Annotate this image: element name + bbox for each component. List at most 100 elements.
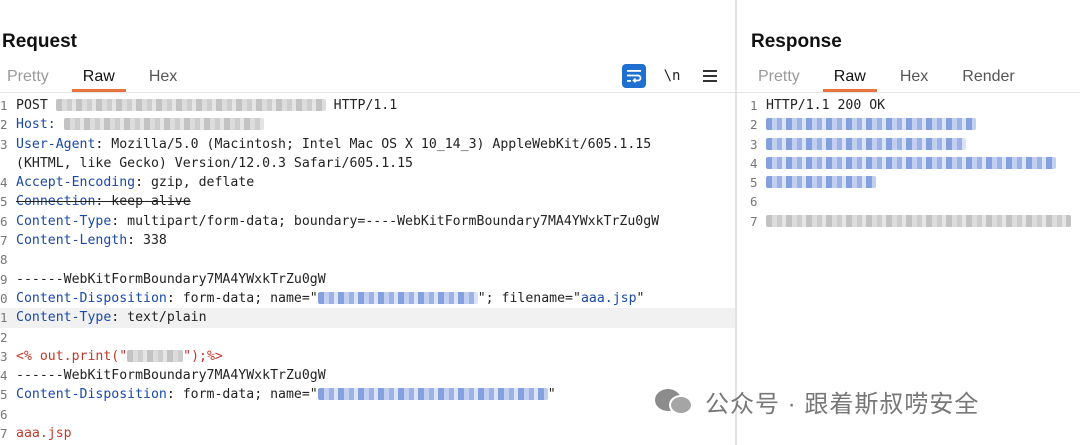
- redacted-path: [55, 99, 326, 111]
- boundary-line: ------WebKitFormBoundary7MA4YWxkTrZu0gW: [16, 271, 326, 287]
- line-number: 4: [0, 175, 8, 191]
- status-line: HTTP/1.1 200 OK: [766, 98, 886, 113]
- line-number: 7: [0, 426, 8, 442]
- file-content: aaa.jsp: [16, 426, 72, 442]
- tab-raw[interactable]: Raw: [817, 66, 883, 92]
- header-value: : multipart/form-data; boundary=----WebK…: [111, 213, 660, 229]
- redacted-field-name: [317, 388, 548, 401]
- code-line: 3 User-Agent: Mozilla/5.0 (Macintosh; In…: [0, 135, 735, 174]
- redacted-header: [766, 118, 976, 131]
- code-line: 2: [737, 115, 1080, 134]
- code-line: 2: [0, 328, 735, 347]
- line-number: 0: [0, 290, 8, 306]
- response-tabs: Pretty Raw Hex Render: [741, 66, 1032, 92]
- code-line: 2 Host:: [0, 115, 735, 134]
- newline-toggle-button[interactable]: \n: [660, 64, 684, 88]
- jsp-code: ");%>: [183, 348, 223, 364]
- tab-hex[interactable]: Hex: [883, 66, 945, 92]
- line-number: 2: [750, 117, 758, 133]
- watermark-text: 公众号 · 跟着斯叔唠安全: [705, 391, 980, 418]
- line-number: 9: [0, 271, 8, 287]
- tab-render[interactable]: Render: [945, 66, 1031, 92]
- code-line: 5 Connection: keep-alive: [0, 192, 735, 211]
- tab-hex[interactable]: Hex: [132, 66, 194, 92]
- redacted-host: [63, 118, 264, 131]
- wechat-icon: [655, 387, 695, 417]
- header-value: : text/plain: [111, 310, 207, 326]
- code-line: 7 aaa.jsp: [0, 424, 735, 443]
- redacted-header: [766, 137, 966, 150]
- redacted-body: [766, 214, 1071, 227]
- filename-value: aaa.jsp: [580, 290, 637, 306]
- response-title: Response: [751, 31, 842, 52]
- watermark: 公众号 · 跟着斯叔唠安全: [655, 384, 979, 419]
- code-line: 4 Accept-Encoding: gzip, deflate: [0, 173, 735, 192]
- line-number: 5: [0, 387, 8, 403]
- code-line: 1 HTTP/1.1 200 OK: [737, 96, 1080, 115]
- header-value: ": [636, 290, 645, 306]
- redacted-field-name: [317, 291, 478, 304]
- code-line: 5: [737, 173, 1080, 192]
- code-line: 6: [737, 192, 1080, 211]
- tabs-separator: [737, 92, 1080, 93]
- header-name: User-Agent: [16, 136, 96, 152]
- header-name: Accept-Encoding: [16, 175, 136, 191]
- header-name: Content-Type: [16, 310, 112, 326]
- redacted-header: [766, 156, 1056, 169]
- response-editor[interactable]: 1 HTTP/1.1 200 OK 2 3 4 5 6 7: [737, 96, 1080, 231]
- header-value: : keep-alive: [95, 194, 191, 210]
- code-line: 7 Content-Length: 338: [0, 231, 735, 250]
- line-number: 5: [0, 194, 8, 210]
- line-number: 6: [0, 213, 8, 229]
- line-number: 6: [750, 194, 758, 210]
- hamburger-menu-icon[interactable]: [698, 64, 722, 88]
- header-value: ": [547, 387, 556, 403]
- line-number: 2: [0, 117, 8, 133]
- code-line: 1 POST HTTP/1.1: [0, 96, 735, 115]
- header-value: "; filename=": [477, 290, 581, 306]
- header-name: Content-Length: [16, 233, 128, 249]
- tab-pretty[interactable]: Pretty: [0, 66, 66, 92]
- code-line: 0 Content-Disposition: form-data; name="…: [0, 289, 735, 308]
- code-line: 6 Content-Type: multipart/form-data; bou…: [0, 212, 735, 231]
- code-line: 4: [737, 154, 1080, 173]
- code-line-selected: 1 Content-Type: text/plain: [0, 308, 735, 328]
- line-number: 3: [0, 136, 8, 152]
- response-panel: Response Pretty Raw Hex Render 1 HTTP/1.…: [737, 0, 1080, 445]
- line-number: 6: [0, 406, 8, 422]
- request-panel: Request Pretty Raw Hex \n 1 POST HTTP/1.…: [0, 0, 735, 445]
- header-value: : gzip, deflate: [135, 175, 255, 191]
- line-number: 7: [0, 233, 8, 249]
- header-value: : form-data; name=": [166, 387, 318, 403]
- header-value-continued: (KHTML, like Gecko) Version/12.0.3 Safar…: [16, 155, 413, 171]
- header-value: : Mozilla/5.0 (Macintosh; Intel Mac OS X…: [95, 136, 652, 152]
- line-number: 1: [750, 98, 758, 113]
- code-line: 5 Content-Disposition: form-data; name="…: [0, 385, 735, 404]
- code-line: 3: [737, 135, 1080, 154]
- code-line: 4 ------WebKitFormBoundary7MA4YWxkTrZu0g…: [0, 366, 735, 385]
- line-number: 4: [0, 368, 8, 384]
- wrap-lines-icon[interactable]: [622, 64, 646, 88]
- http-version: HTTP/1.1: [333, 98, 398, 113]
- header-value: : 338: [127, 233, 167, 249]
- redacted-header: [766, 176, 876, 189]
- http-method: POST: [16, 98, 48, 113]
- request-title: Request: [2, 31, 77, 52]
- line-number: 3: [750, 136, 758, 152]
- boundary-line: ------WebKitFormBoundary7MA4YWxkTrZu0gW: [16, 368, 326, 384]
- tab-pretty[interactable]: Pretty: [741, 66, 817, 92]
- line-number: 1: [0, 98, 8, 113]
- redacted-payload: [127, 349, 184, 362]
- tab-raw[interactable]: Raw: [66, 66, 132, 92]
- code-line: 6: [0, 405, 735, 424]
- code-line: 9 ------WebKitFormBoundary7MA4YWxkTrZu0g…: [0, 270, 735, 289]
- line-number: 2: [0, 329, 8, 345]
- request-editor[interactable]: 1 POST HTTP/1.1 2 Host: 3 User-Agent: Mo…: [0, 96, 735, 443]
- line-number: 1: [0, 310, 8, 326]
- line-number: 5: [750, 175, 758, 191]
- header-name: Content-Type: [16, 213, 112, 229]
- request-tabs: Pretty Raw Hex: [0, 66, 194, 92]
- header-value: : form-data; name=": [166, 290, 318, 306]
- request-toolbar: \n: [622, 64, 722, 88]
- line-number: 8: [0, 252, 8, 268]
